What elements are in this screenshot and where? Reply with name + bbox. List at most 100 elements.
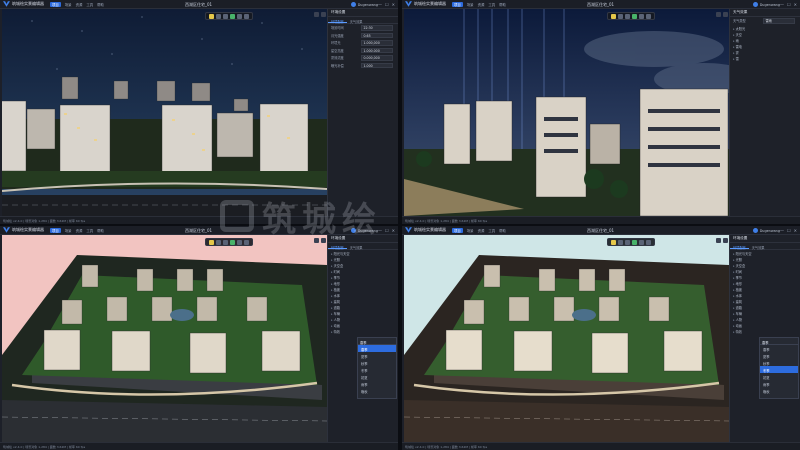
move-icon[interactable] — [216, 239, 221, 245]
tab-environment[interactable]: 环境配置 — [328, 17, 347, 24]
tab-environment[interactable]: 环境配置 — [730, 243, 749, 250]
expand-icon[interactable] — [314, 238, 319, 243]
viewport-3d[interactable] — [404, 235, 729, 442]
property-input[interactable]: 1.000,000 — [361, 40, 393, 46]
sun-icon[interactable] — [209, 13, 214, 19]
menu-item-project[interactable]: 项目 — [452, 227, 463, 233]
rotate-icon[interactable] — [625, 13, 630, 19]
season-dropdown[interactable]: 春季 春季 夏季 秋季 冬季 初夏 雨季 晚秋 — [759, 337, 799, 399]
tab-weather[interactable]: 天气效果 — [347, 17, 366, 24]
property-input[interactable]: 0.000,000 — [361, 55, 393, 61]
dropdown-option[interactable]: 初夏 — [760, 373, 798, 380]
expand-icon[interactable] — [716, 12, 721, 17]
menu-item-help[interactable]: 帮助 — [97, 228, 104, 233]
menu-item-scene[interactable]: 场景 — [65, 228, 72, 233]
tree-item[interactable]: 特效 — [331, 329, 395, 335]
expand-icon[interactable] — [716, 238, 721, 243]
dropdown-selected[interactable]: 春季 — [760, 338, 798, 345]
close-icon[interactable]: ✕ — [392, 228, 395, 233]
close-icon[interactable]: ✕ — [392, 2, 395, 7]
camera-icon[interactable] — [639, 13, 644, 19]
menu-item-assets[interactable]: 资源 — [76, 228, 83, 233]
minimize-icon[interactable]: — — [378, 2, 382, 7]
minimize-icon[interactable]: — — [378, 228, 382, 233]
dropdown-option[interactable]: 冬季 — [760, 366, 798, 373]
minimize-icon[interactable]: — — [780, 228, 784, 233]
dropdown-option[interactable]: 夏季 — [358, 352, 396, 359]
grid-icon[interactable] — [646, 13, 651, 19]
maximize-icon[interactable]: ☐ — [787, 2, 791, 7]
weather-select[interactable]: 雷雨 — [763, 18, 795, 24]
dropdown-option[interactable]: 春季 — [358, 345, 396, 352]
menu-item-assets[interactable]: 资源 — [478, 2, 485, 7]
property-input[interactable]: 0.65 — [361, 32, 393, 38]
dropdown-option[interactable]: 春季 — [760, 345, 798, 352]
sun-icon[interactable] — [611, 239, 616, 245]
close-icon[interactable]: ✕ — [794, 2, 797, 7]
menu-item-project[interactable]: 项目 — [50, 1, 61, 7]
tree-item[interactable]: 雪 — [733, 56, 797, 62]
rotate-icon[interactable] — [223, 239, 228, 245]
viewport-3d[interactable] — [2, 235, 327, 442]
tab-weather[interactable]: 天气效果 — [347, 243, 366, 250]
season-dropdown[interactable]: 春季 春季 夏季 秋季 冬季 初夏 雨季 晚秋 — [357, 337, 397, 399]
menu-item-help[interactable]: 帮助 — [499, 228, 506, 233]
tab-weather[interactable]: 天气效果 — [749, 243, 768, 250]
dropdown-option[interactable]: 秋季 — [358, 359, 396, 366]
menu-item-scene[interactable]: 场景 — [65, 2, 72, 7]
dropdown-option[interactable]: 秋季 — [760, 359, 798, 366]
sun-icon[interactable] — [611, 13, 616, 19]
viewport-3d[interactable] — [404, 9, 729, 216]
dropdown-selected[interactable]: 春季 — [358, 338, 396, 345]
dropdown-option[interactable]: 晚秋 — [760, 387, 798, 394]
snap-icon[interactable] — [230, 13, 235, 19]
move-icon[interactable] — [618, 13, 623, 19]
dropdown-option[interactable]: 雨季 — [358, 380, 396, 387]
move-icon[interactable] — [618, 239, 623, 245]
camera-icon[interactable] — [237, 239, 242, 245]
snap-icon[interactable] — [632, 13, 637, 19]
menu-item-help[interactable]: 帮助 — [499, 2, 506, 7]
property-input[interactable]: 1.000,000 — [361, 47, 393, 53]
maximize-icon[interactable]: ☐ — [385, 2, 389, 7]
grid-icon[interactable] — [244, 13, 249, 19]
dropdown-option[interactable]: 雨季 — [760, 380, 798, 387]
tree-item[interactable]: 特效 — [733, 329, 797, 335]
viewport-3d[interactable] — [2, 9, 327, 216]
maximize-icon[interactable]: ☐ — [385, 228, 389, 233]
grid-icon[interactable] — [646, 239, 651, 245]
settings-icon[interactable] — [321, 12, 326, 17]
menu-item-assets[interactable]: 资源 — [478, 228, 485, 233]
maximize-icon[interactable]: ☐ — [787, 228, 791, 233]
camera-icon[interactable] — [237, 13, 242, 19]
expand-icon[interactable] — [314, 12, 319, 17]
close-icon[interactable]: ✕ — [794, 228, 797, 233]
user-badge[interactable]: Dugenwang — [350, 228, 378, 233]
user-badge[interactable]: Dugenwang — [350, 2, 378, 7]
grid-icon[interactable] — [244, 239, 249, 245]
property-input[interactable]: 1.000 — [361, 62, 393, 68]
menu-item-scene[interactable]: 场景 — [467, 228, 474, 233]
settings-icon[interactable] — [723, 238, 728, 243]
dropdown-option[interactable]: 冬季 — [358, 366, 396, 373]
snap-icon[interactable] — [632, 239, 637, 245]
sun-icon[interactable] — [209, 239, 214, 245]
menu-item-project[interactable]: 项目 — [452, 1, 463, 7]
menu-item-help[interactable]: 帮助 — [97, 2, 104, 7]
settings-icon[interactable] — [321, 238, 326, 243]
dropdown-option[interactable]: 晚秋 — [358, 387, 396, 394]
user-badge[interactable]: Dugenwang — [752, 228, 780, 233]
menu-item-scene[interactable]: 场景 — [467, 2, 474, 7]
user-badge[interactable]: Dugenwang — [752, 2, 780, 7]
tab-environment[interactable]: 环境配置 — [328, 243, 347, 250]
property-input[interactable]: 22:30 — [361, 25, 393, 31]
dropdown-option[interactable]: 初夏 — [358, 373, 396, 380]
snap-icon[interactable] — [230, 239, 235, 245]
dropdown-option[interactable]: 夏季 — [760, 352, 798, 359]
menu-item-tools[interactable]: 工具 — [86, 228, 93, 233]
rotate-icon[interactable] — [625, 239, 630, 245]
camera-icon[interactable] — [639, 239, 644, 245]
menu-item-tools[interactable]: 工具 — [488, 228, 495, 233]
menu-item-tools[interactable]: 工具 — [86, 2, 93, 7]
menu-item-assets[interactable]: 资源 — [76, 2, 83, 7]
